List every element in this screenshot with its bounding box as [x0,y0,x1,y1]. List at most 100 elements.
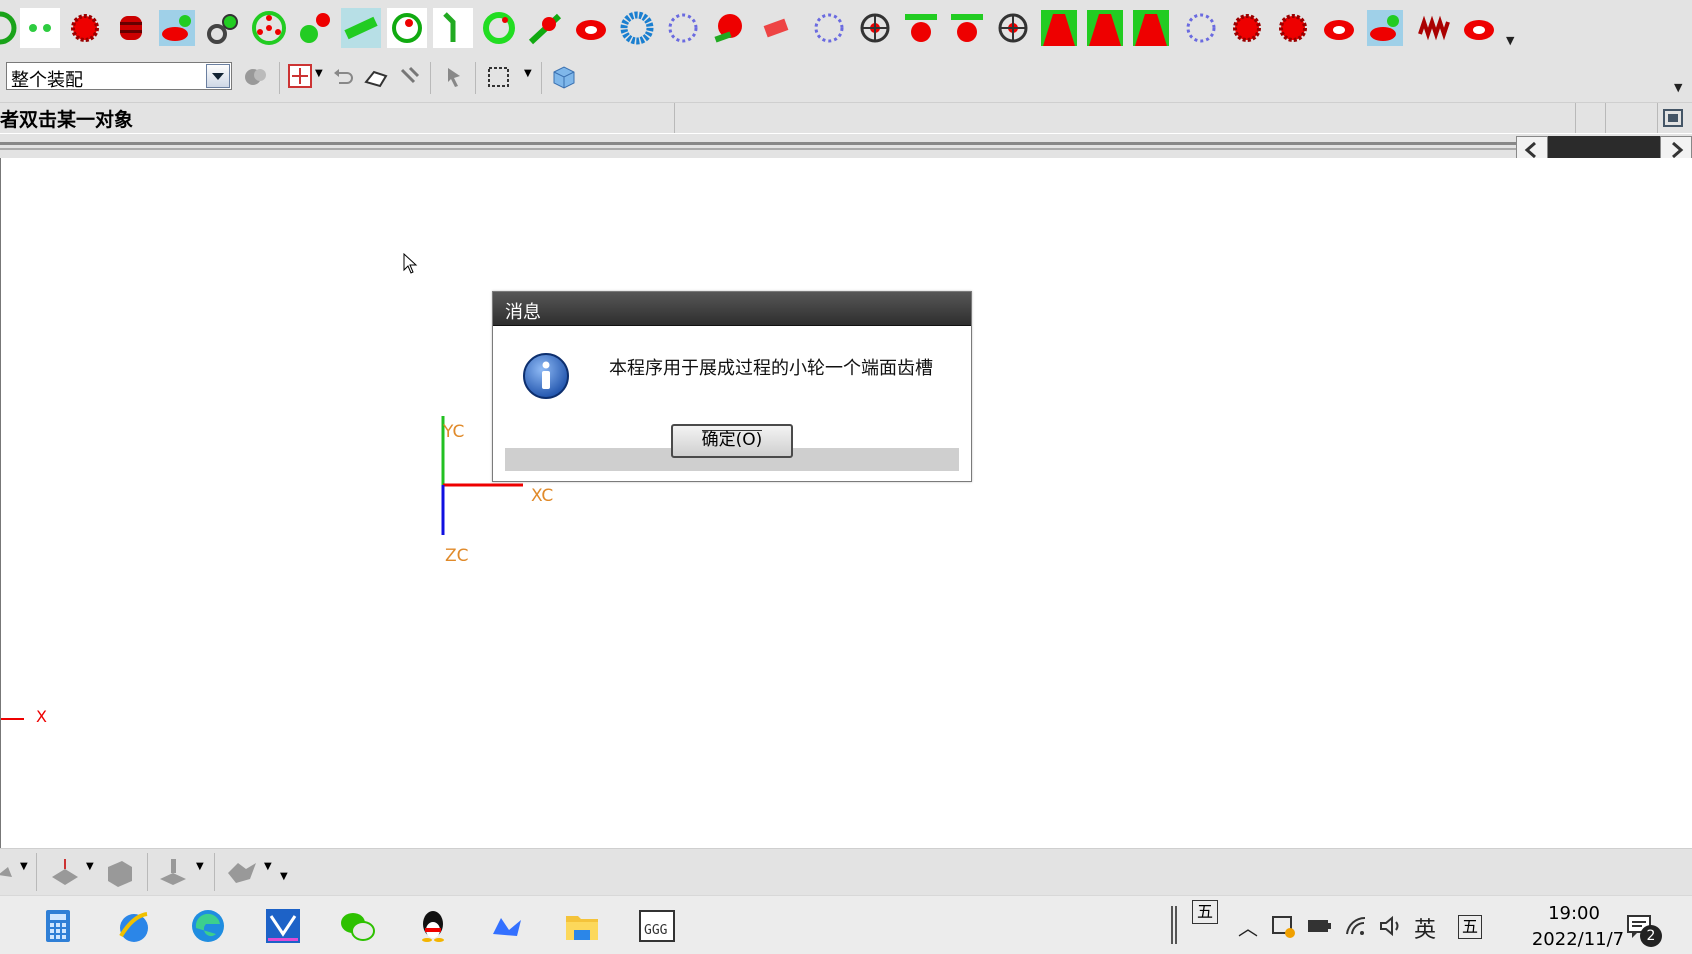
ring-icon[interactable] [387,8,427,48]
selection-filter-dropdown[interactable]: 整个装配 [6,62,232,91]
dialog-title: 消息 [505,302,541,323]
extrude-icon[interactable] [102,855,136,889]
yc-axis-label: YC [443,422,465,442]
qq-icon[interactable] [413,906,453,946]
red-gear-3-icon[interactable] [1273,8,1313,48]
blue-gear-icon[interactable] [617,8,657,48]
svg-text:GGG: GGG [644,923,668,938]
lark-icon[interactable] [487,906,527,946]
assembly-constraint-caret[interactable]: ▼ [264,861,272,872]
snap-point-caret[interactable]: ▼ [315,68,323,79]
tray-overflow-chevron-icon[interactable]: ︿ [1238,912,1258,941]
ggg-app-icon[interactable]: GGG [637,906,677,946]
datum-csys-caret[interactable]: ▼ [196,861,204,872]
ok-button[interactable]: 确定(O) [671,424,793,458]
spring-icon[interactable] [1414,8,1454,48]
tooth-profile-2-icon[interactable] [1085,8,1125,48]
rack-icon[interactable] [525,8,565,48]
edge-icon[interactable] [188,906,228,946]
rect-select-icon[interactable] [486,64,512,90]
shaft-icon[interactable] [341,8,381,48]
fit-view-icon[interactable] [1662,108,1684,128]
outline-gear-2-icon[interactable] [809,8,849,48]
datum-plane-caret[interactable]: ▼ [86,861,94,872]
xc-axis-label: XC [531,486,554,506]
ring-gear-icon[interactable] [0,8,20,48]
red-disk-icon[interactable] [571,8,611,48]
green-ring-icon[interactable] [479,8,519,48]
sketch-tool-caret[interactable]: ▼ [20,861,28,872]
rect-select-caret[interactable]: ▼ [524,68,532,79]
datum-csys-icon[interactable] [156,855,190,889]
toolbar-2-more-caret[interactable]: ▼ [1674,81,1682,94]
undo-icon[interactable] [330,64,356,90]
pointer-tool-icon[interactable] [440,62,468,90]
ime-mode-indicator-2[interactable]: 五 [1458,915,1482,939]
ok-button-label: 确定(O) [701,430,763,450]
selection-filter-value: 整个装配 [11,70,83,91]
red-block-icon[interactable] [755,8,795,48]
volume-icon[interactable] [1378,914,1404,938]
spoked-wheel-icon[interactable] [855,8,895,48]
red-gear-2-icon[interactable] [1227,8,1267,48]
snap-point-icon[interactable] [286,62,314,90]
gear-train-icon[interactable] [295,8,335,48]
mouse-cursor-icon [403,253,418,274]
cylinder-gear-icon[interactable] [111,8,151,48]
cube-view-icon[interactable] [550,63,578,91]
x-axis-label: X [36,707,47,726]
dialog-title-bar[interactable]: 消息 [493,292,971,326]
status-prompt: 者双击某一对象 [0,109,134,131]
gear-pair-icon[interactable] [203,8,243,48]
ime-language-indicator[interactable]: 英 [1414,912,1436,944]
calculator-icon[interactable] [38,906,78,946]
browser-globe-icon[interactable] [113,906,153,946]
nx-app-icon[interactable] [263,906,303,946]
red-worm-icon[interactable] [709,8,749,48]
planet-gear-icon[interactable] [249,8,289,48]
t-gear-2-icon[interactable] [947,8,987,48]
windows-taskbar [0,895,1692,954]
red-gear-icon[interactable] [65,8,105,48]
tooth-profile-3-icon[interactable] [1131,8,1171,48]
gear-toolbar: ▼ [0,0,1692,58]
zc-axis-label: ZC [445,546,469,566]
datum-plane-icon[interactable] [48,855,82,889]
message-dialog: 消息 本程序用于展成过程的小轮一个端面齿槽 确定(O) [492,291,972,482]
spoked-wheel-2-icon[interactable] [993,8,1033,48]
t-gear-icon[interactable] [901,8,941,48]
red-disk-3-icon[interactable] [1459,8,1499,48]
wechat-icon[interactable] [337,906,377,946]
tooth-profile-icon[interactable] [1039,8,1079,48]
toolbar-separator [430,62,431,94]
bevel-gear-icon[interactable] [157,8,197,48]
twin-dots-icon[interactable] [20,8,60,48]
graphics-window[interactable]: YC XC ZC X [0,158,1692,848]
outline-gear-3-icon[interactable] [1181,8,1221,48]
red-disk-2-icon[interactable] [1319,8,1359,48]
sync-status-icon[interactable] [1270,913,1296,939]
toolbar-more-caret[interactable]: ▼ [1506,34,1514,47]
pick-icon[interactable] [396,62,424,90]
chevron-down-icon[interactable] [206,64,230,88]
status-bar [0,102,1692,133]
ime-mode-indicator[interactable]: 五 [1192,900,1218,924]
assembly-constraint-icon[interactable] [224,855,260,889]
eraser-icon[interactable] [362,64,390,90]
toolbar-separator [475,62,476,94]
taskbar-separator [1175,906,1177,944]
toolbar-separator [279,62,280,94]
assembly-nav-icon[interactable] [242,63,270,91]
sketch-tool-icon[interactable] [0,855,22,889]
file-explorer-icon[interactable] [562,906,602,946]
clock-time[interactable]: 19:00 [1530,903,1618,924]
taskbar-separator [1171,906,1173,944]
outline-gear-icon[interactable] [663,8,703,48]
battery-icon[interactable] [1306,917,1332,935]
wifi-icon[interactable] [1344,914,1368,938]
info-icon [523,353,569,399]
bottom-toolbar-more-caret[interactable]: ▼ [280,871,288,882]
notification-count-badge: 2 [1640,925,1662,947]
link-icon[interactable] [433,8,473,48]
bevel-gear-2-icon[interactable] [1365,8,1405,48]
